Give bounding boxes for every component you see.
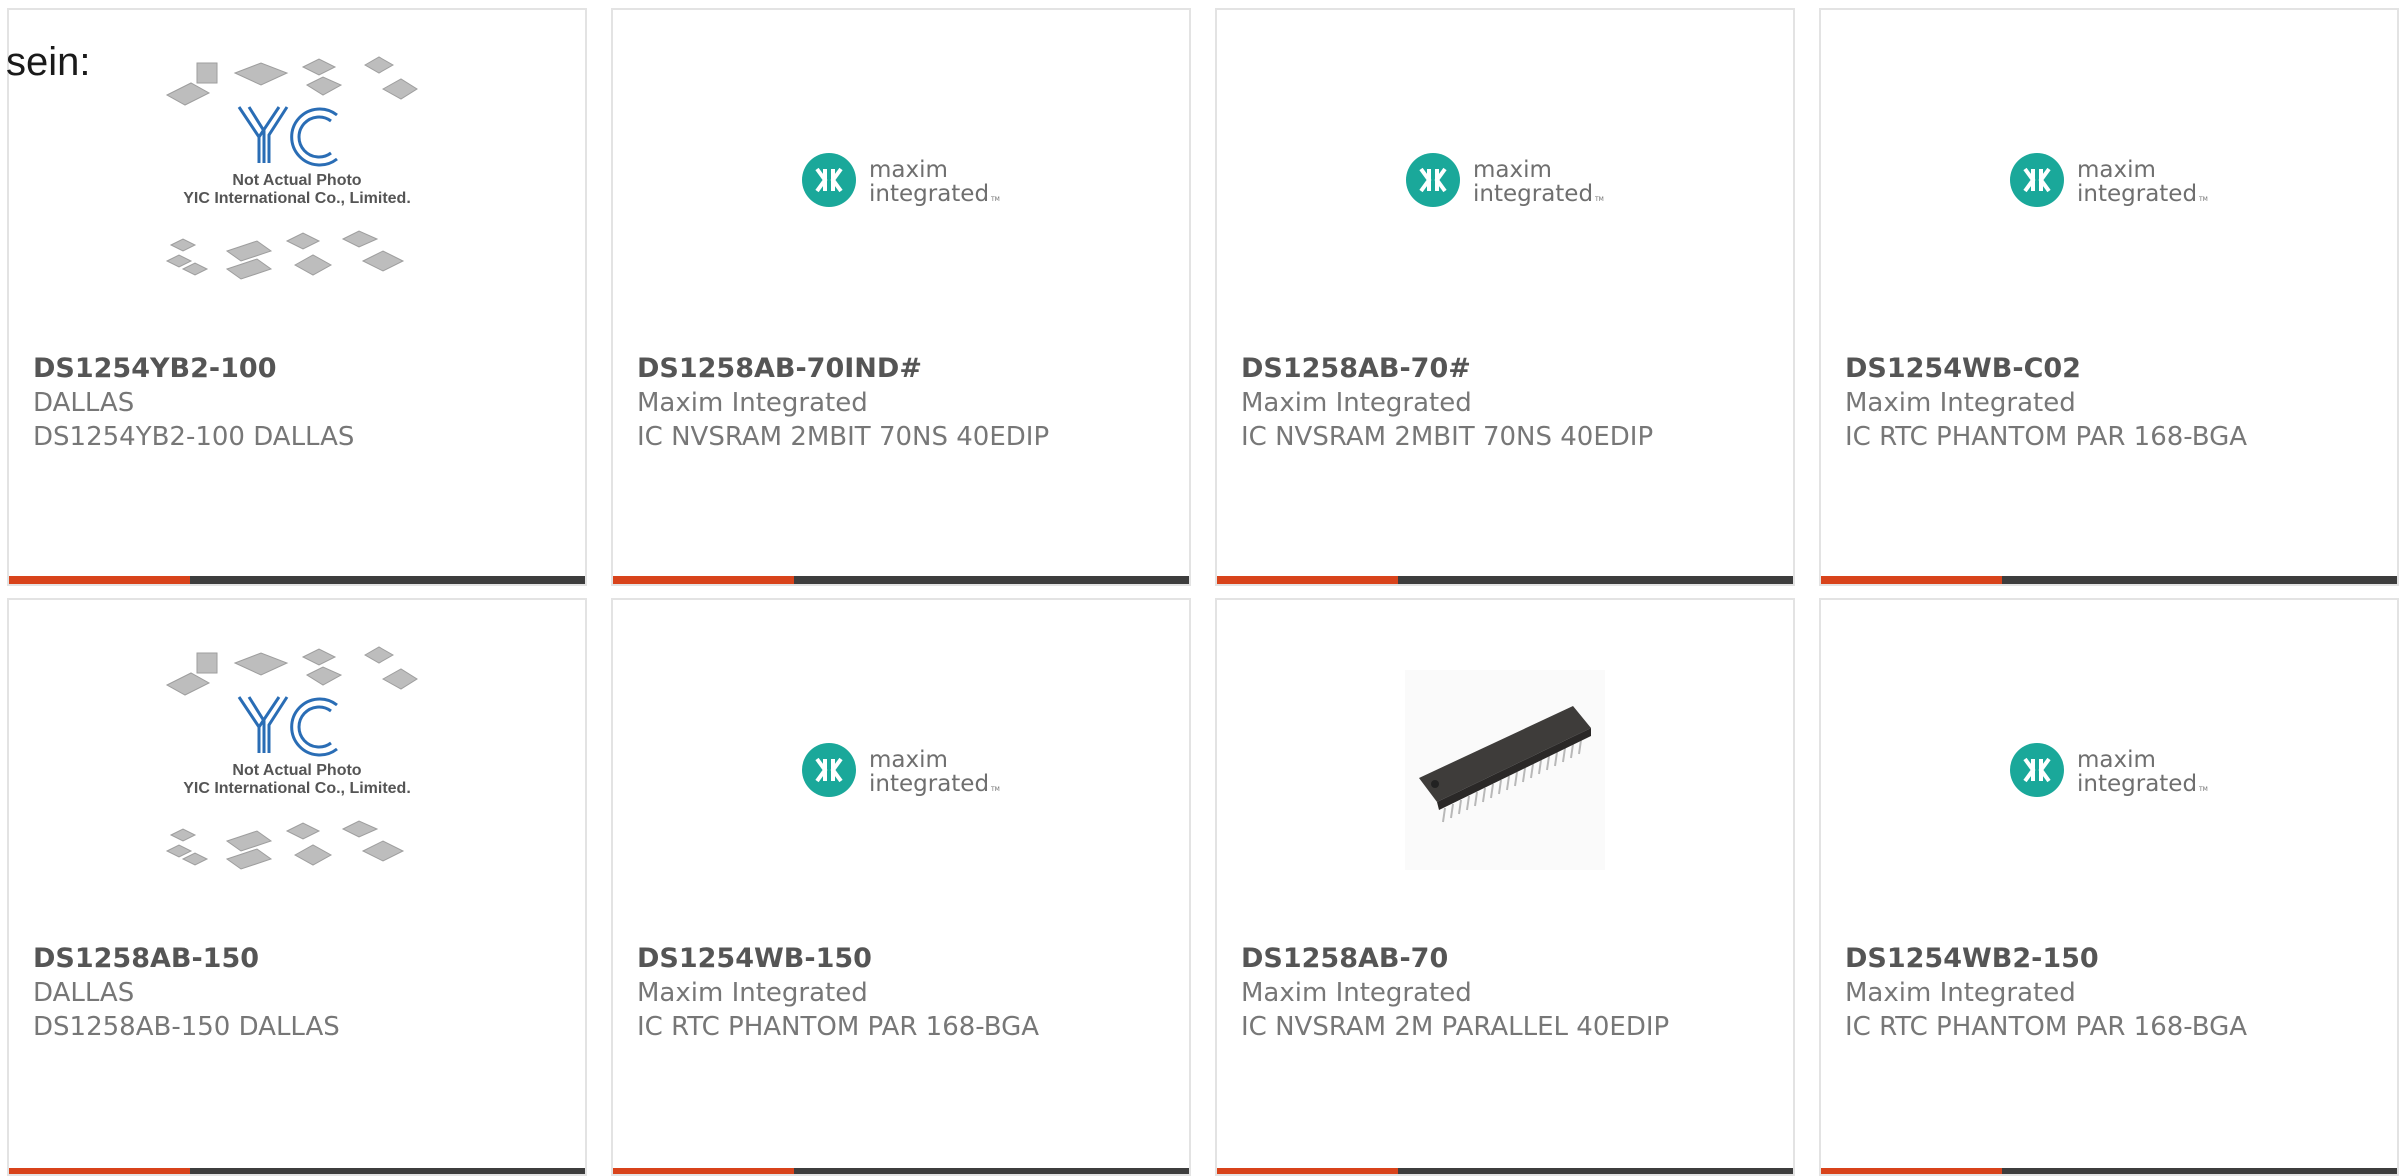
- part-number[interactable]: DS1254WB-150: [637, 942, 1173, 976]
- card-bottom-bar: [9, 1168, 585, 1174]
- logo-word2: integrated: [869, 771, 989, 797]
- maxim-logo-image: maxim integrated TM: [2010, 153, 2208, 207]
- manufacturer: Maxim Integrated: [1845, 978, 2076, 1008]
- logo-tm: TM: [990, 786, 1000, 793]
- logo-word2: integrated: [869, 181, 989, 207]
- card-bottom-bar: [613, 576, 1189, 584]
- product-card[interactable]: Not Actual Photo YIC International Co., …: [7, 8, 587, 586]
- product-card[interactable]: Not Actual Photo YIC International Co., …: [7, 598, 587, 1176]
- maxim-logo-image: maxim integrated TM: [802, 743, 1000, 797]
- part-number[interactable]: DS1254WB-C02: [1845, 352, 2381, 386]
- logo-tm: TM: [2198, 196, 2208, 203]
- card-bottom-bar: [1821, 1168, 2397, 1174]
- product-info: DS1258AB-70IND# Maxim Integrated IC NVSR…: [637, 352, 1173, 454]
- logo-tm: TM: [990, 196, 1000, 203]
- yic-placeholder-image: Not Actual Photo YIC International Co., …: [165, 56, 418, 280]
- product-info: DS1258AB-70# Maxim Integrated IC NVSRAM …: [1241, 352, 1777, 454]
- description: IC NVSRAM 2MBIT 70NS 40EDIP: [637, 422, 1050, 452]
- product-card[interactable]: DS1258AB-70 Maxim Integrated IC NVSRAM 2…: [1215, 598, 1795, 1176]
- description: IC RTC PHANTOM PAR 168-BGA: [1845, 1012, 2248, 1042]
- product-image: maxim integrated TM: [1821, 600, 2397, 940]
- product-image: maxim integrated TM: [613, 600, 1189, 940]
- logo-word2: integrated: [1473, 181, 1593, 207]
- card-bottom-bar: [1217, 576, 1793, 584]
- manufacturer: Maxim Integrated: [1241, 978, 1472, 1008]
- description: DS1254YB2-100 DALLAS: [33, 422, 355, 452]
- placeholder-line1: Not Actual Photo: [232, 762, 361, 779]
- page-label: sein:: [6, 40, 91, 84]
- product-image: maxim integrated TM: [1217, 10, 1793, 350]
- product-image: Not Actual Photo YIC International Co., …: [9, 600, 585, 940]
- maxim-logo-image: maxim integrated TM: [1406, 153, 1604, 207]
- product-card[interactable]: maxim integrated TM DS1258AB-70# Maxim I…: [1215, 8, 1795, 586]
- part-number[interactable]: DS1258AB-70: [1241, 942, 1777, 976]
- logo-word1: maxim: [2077, 157, 2156, 183]
- product-info: DS1254WB-C02 Maxim Integrated IC RTC PHA…: [1845, 352, 2381, 454]
- logo-word1: maxim: [2077, 747, 2156, 773]
- card-bottom-bar: [1821, 576, 2397, 584]
- manufacturer: DALLAS: [33, 388, 135, 418]
- placeholder-line1: Not Actual Photo: [232, 172, 361, 189]
- product-image: Not Actual Photo YIC International Co., …: [9, 10, 585, 350]
- manufacturer: Maxim Integrated: [637, 388, 868, 418]
- part-number[interactable]: DS1258AB-150: [33, 942, 569, 976]
- card-bottom-bar: [9, 576, 585, 584]
- logo-word1: maxim: [869, 747, 948, 773]
- logo-word1: maxim: [1473, 157, 1552, 183]
- manufacturer: Maxim Integrated: [637, 978, 868, 1008]
- product-info: DS1254YB2-100 DALLAS DS1254YB2-100 DALLA…: [33, 352, 569, 454]
- description: IC NVSRAM 2MBIT 70NS 40EDIP: [1241, 422, 1654, 452]
- description: IC NVSRAM 2M PARALLEL 40EDIP: [1241, 1012, 1670, 1042]
- description: DS1258AB-150 DALLAS: [33, 1012, 340, 1042]
- logo-word1: maxim: [869, 157, 948, 183]
- product-grid: Not Actual Photo YIC International Co., …: [7, 8, 2399, 1176]
- part-number[interactable]: DS1258AB-70#: [1241, 352, 1777, 386]
- yic-placeholder-image: Not Actual Photo YIC International Co., …: [165, 646, 418, 870]
- product-info: DS1254WB2-150 Maxim Integrated IC RTC PH…: [1845, 942, 2381, 1044]
- product-card[interactable]: maxim integrated TM DS1254WB-150 Maxim I…: [611, 598, 1191, 1176]
- product-image: maxim integrated TM: [613, 10, 1189, 350]
- product-card[interactable]: maxim integrated TM DS1258AB-70IND# Maxi…: [611, 8, 1191, 586]
- product-info: DS1258AB-150 DALLAS DS1258AB-150 DALLAS: [33, 942, 569, 1044]
- placeholder-line2: YIC International Co., Limited.: [183, 780, 411, 797]
- card-bottom-bar: [613, 1168, 1189, 1174]
- maxim-logo-image: maxim integrated TM: [2010, 743, 2208, 797]
- logo-word2: integrated: [2077, 181, 2197, 207]
- product-card[interactable]: maxim integrated TM DS1254WB-C02 Maxim I…: [1819, 8, 2399, 586]
- part-number[interactable]: DS1254YB2-100: [33, 352, 569, 386]
- dip-chip-photo: [1405, 670, 1605, 870]
- product-image: [1217, 600, 1793, 940]
- product-info: DS1254WB-150 Maxim Integrated IC RTC PHA…: [637, 942, 1173, 1044]
- description: IC RTC PHANTOM PAR 168-BGA: [1845, 422, 2248, 452]
- product-image: maxim integrated TM: [1821, 10, 2397, 350]
- card-bottom-bar: [1217, 1168, 1793, 1174]
- manufacturer: Maxim Integrated: [1845, 388, 2076, 418]
- logo-word2: integrated: [2077, 771, 2197, 797]
- part-number[interactable]: DS1254WB2-150: [1845, 942, 2381, 976]
- product-card[interactable]: maxim integrated TM DS1254WB2-150 Maxim …: [1819, 598, 2399, 1176]
- placeholder-line2: YIC International Co., Limited.: [183, 190, 411, 207]
- manufacturer: DALLAS: [33, 978, 135, 1008]
- logo-tm: TM: [2198, 786, 2208, 793]
- product-info: DS1258AB-70 Maxim Integrated IC NVSRAM 2…: [1241, 942, 1777, 1044]
- logo-tm: TM: [1594, 196, 1604, 203]
- part-number[interactable]: DS1258AB-70IND#: [637, 352, 1173, 386]
- description: IC RTC PHANTOM PAR 168-BGA: [637, 1012, 1040, 1042]
- manufacturer: Maxim Integrated: [1241, 388, 1472, 418]
- maxim-logo-image: maxim integrated TM: [802, 153, 1000, 207]
